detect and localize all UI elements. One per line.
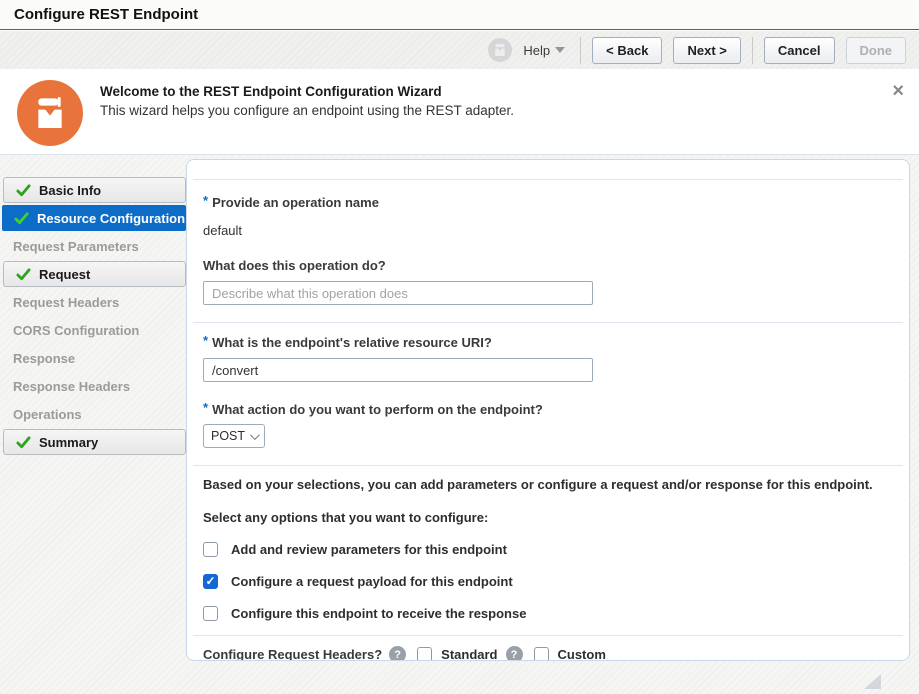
window-titlebar: Configure REST Endpoint: [0, 0, 919, 30]
step-request[interactable]: Request: [3, 261, 186, 287]
check-icon: [16, 267, 31, 282]
wizard-toolbar: Help < Back Next > Cancel Done: [0, 31, 919, 69]
help-label: Help: [523, 43, 550, 58]
close-icon[interactable]: ×: [892, 81, 904, 101]
action-select[interactable]: POST: [203, 424, 265, 448]
action-select-value: POST: [211, 429, 245, 443]
toolbar-separator: [752, 37, 753, 64]
operation-name-label: *Provide an operation name: [203, 195, 893, 210]
standard-headers-checkbox[interactable]: [417, 647, 432, 661]
check-icon: [14, 211, 29, 226]
options-prompt: Select any options that you want to conf…: [203, 510, 893, 525]
check-icon: [16, 183, 31, 198]
standard-headers-label: Standard: [441, 647, 497, 661]
resource-uri-label: *What is the endpoint's relative resourc…: [203, 335, 893, 350]
help-icon[interactable]: ?: [389, 646, 406, 661]
divider: [193, 322, 903, 323]
divider: [193, 635, 903, 636]
divider: [193, 179, 903, 180]
resource-uri-input[interactable]: [203, 358, 593, 382]
action-label: *What action do you want to perform on t…: [203, 402, 893, 417]
request-payload-checkbox-label: Configure a request payload for this end…: [231, 574, 513, 589]
check-icon: [16, 435, 31, 450]
caret-down-icon: [555, 47, 565, 53]
option-row-parameters: Add and review parameters for this endpo…: [203, 542, 893, 557]
step-operations: Operations: [0, 401, 186, 427]
step-request-headers: Request Headers: [0, 289, 186, 315]
resize-grip[interactable]: [864, 674, 881, 689]
request-headers-row: Configure Request Headers? ? Standard ? …: [203, 646, 893, 661]
banner-title: Welcome to the REST Endpoint Configurati…: [100, 84, 442, 99]
required-marker: *: [203, 193, 208, 208]
required-marker: *: [203, 400, 208, 415]
chevron-down-icon: [250, 430, 260, 440]
rest-adapter-avatar: [488, 38, 512, 62]
step-resource-configuration[interactable]: Resource Configuration: [2, 205, 186, 231]
step-basic-info[interactable]: Basic Info: [3, 177, 186, 203]
response-checkbox[interactable]: [203, 606, 218, 621]
custom-headers-checkbox[interactable]: [534, 647, 549, 661]
step-response-headers: Response Headers: [0, 373, 186, 399]
operation-name-value: default: [203, 223, 893, 238]
response-checkbox-label: Configure this endpoint to receive the r…: [231, 606, 526, 621]
request-headers-label: Configure Request Headers?: [203, 647, 382, 661]
operation-desc-input[interactable]: [203, 281, 593, 305]
option-row-response: Configure this endpoint to receive the r…: [203, 606, 893, 621]
request-payload-checkbox[interactable]: [203, 574, 218, 589]
cancel-button[interactable]: Cancel: [764, 37, 835, 64]
step-request-parameters: Request Parameters: [0, 233, 186, 259]
next-button[interactable]: Next >: [673, 37, 740, 64]
divider: [193, 465, 903, 466]
page-title: Configure REST Endpoint: [14, 6, 198, 23]
rest-adapter-icon: [30, 93, 70, 133]
welcome-banner: Welcome to the REST Endpoint Configurati…: [0, 69, 919, 155]
operation-desc-label: What does this operation do?: [203, 258, 893, 273]
required-marker: *: [203, 333, 208, 348]
wizard-steps-sidebar: Basic Info Resource Configuration Reques…: [0, 177, 186, 455]
rest-adapter-badge: [17, 80, 83, 146]
parameters-checkbox-label: Add and review parameters for this endpo…: [231, 542, 507, 557]
selection-info-text: Based on your selections, you can add pa…: [203, 477, 893, 492]
banner-subtitle: This wizard helps you configure an endpo…: [100, 103, 514, 118]
resource-configuration-panel: *Provide an operation name default What …: [186, 159, 910, 661]
wizard-body: *Provide an operation name default What …: [0, 155, 919, 694]
step-response: Response: [0, 345, 186, 371]
parameters-checkbox[interactable]: [203, 542, 218, 557]
toolbar-separator: [580, 37, 581, 64]
step-cors-configuration: CORS Configuration: [0, 317, 186, 343]
custom-headers-label: Custom: [558, 647, 606, 661]
help-icon[interactable]: ?: [506, 646, 523, 661]
rest-adapter-icon-gray: [492, 42, 508, 58]
option-row-request-payload: Configure a request payload for this end…: [203, 574, 893, 589]
done-button[interactable]: Done: [846, 37, 907, 64]
back-button[interactable]: < Back: [592, 37, 662, 64]
step-summary[interactable]: Summary: [3, 429, 186, 455]
help-menu[interactable]: Help: [523, 43, 565, 58]
